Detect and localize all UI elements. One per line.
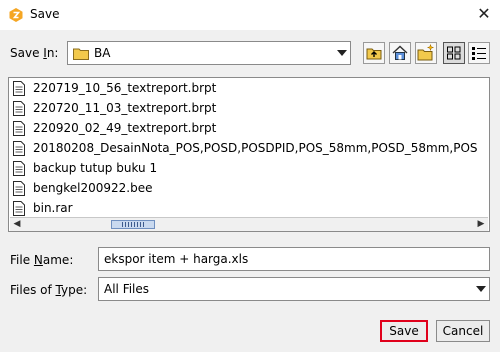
title-bar: Save ✕ (0, 0, 500, 30)
list-view-button[interactable] (443, 42, 465, 64)
save-in-value: BA (94, 46, 111, 60)
file-type-value: All Files (104, 282, 150, 296)
home-icon (392, 45, 408, 60)
file-name: 220920_02_49_textreport.brpt (33, 121, 217, 135)
file-name-label: File Name: (10, 253, 74, 267)
file-name: 220719_10_56_textreport.brpt (33, 81, 217, 95)
folder-up-icon (366, 48, 382, 60)
grip-icon (122, 222, 144, 227)
new-folder-icon (417, 43, 435, 61)
app-logo-icon (9, 8, 23, 22)
chevron-down-icon[interactable] (337, 50, 347, 56)
file-icon (13, 201, 25, 216)
file-name: backup tutup buku 1 (33, 161, 158, 175)
file-icon (13, 81, 25, 96)
save-in-label: Save In: (10, 46, 59, 60)
scroll-right-icon[interactable]: ▶ (474, 218, 488, 231)
scroll-left-icon[interactable]: ◀ (10, 218, 24, 231)
file-name: bin.rar (33, 201, 73, 215)
horizontal-scrollbar[interactable]: ◀ ▶ (10, 217, 488, 231)
close-icon[interactable]: ✕ (474, 4, 494, 24)
folder-icon (73, 48, 89, 60)
save-button[interactable]: Save (380, 320, 428, 342)
file-icon (13, 101, 25, 116)
chevron-down-icon[interactable] (476, 286, 486, 292)
cancel-button[interactable]: Cancel (436, 320, 490, 342)
file-name: 220720_11_03_textreport.brpt (33, 101, 217, 115)
create-new-folder-button[interactable] (415, 42, 437, 64)
details-view-button[interactable] (468, 42, 490, 64)
scroll-thumb[interactable] (111, 220, 155, 229)
list-view-icon (447, 46, 461, 60)
file-type-label: Files of Type: (10, 283, 88, 297)
file-icon (13, 161, 25, 176)
file-name: bengkel200922.bee (33, 181, 153, 195)
file-icon (13, 121, 25, 136)
file-icon (13, 141, 25, 156)
file-name: 20180208_DesainNota_POS,POSD,POSDPID,POS… (33, 141, 478, 155)
details-view-icon (472, 47, 486, 60)
file-type-dropdown[interactable]: All Files (98, 277, 490, 301)
file-name-input[interactable]: ekspor item + harga.xls (98, 247, 490, 271)
up-one-level-button[interactable] (363, 42, 385, 64)
file-list[interactable]: 220719_10_56_textreport.brpt 220720_11_0… (8, 77, 490, 232)
save-in-dropdown[interactable]: BA (67, 41, 351, 65)
window-title: Save (30, 7, 60, 21)
file-icon (13, 181, 25, 196)
home-button[interactable] (389, 42, 411, 64)
